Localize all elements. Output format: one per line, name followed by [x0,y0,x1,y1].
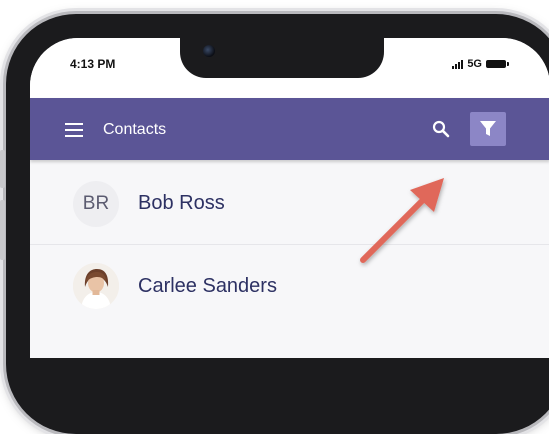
annotation-arrow-icon [360,178,444,263]
